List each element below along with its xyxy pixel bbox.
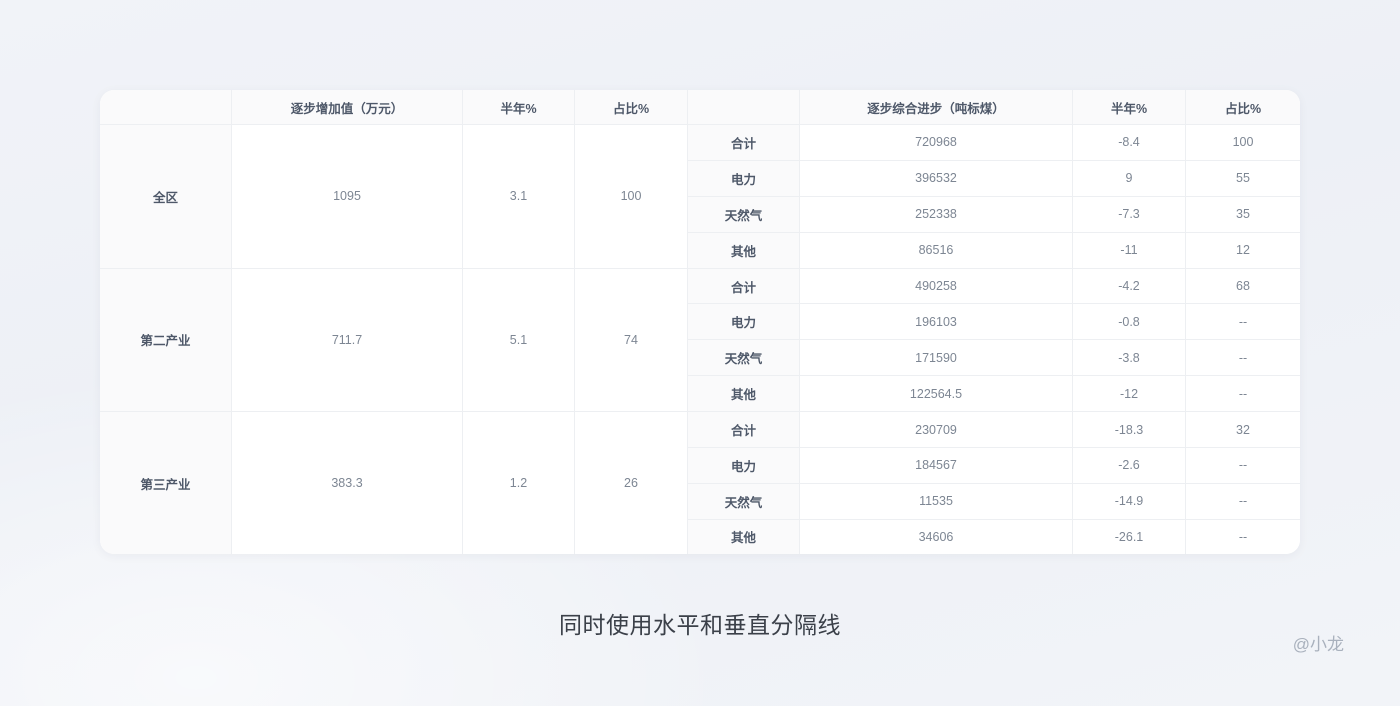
header-row: 逐步增加值（万元） 半年% 占比% 逐步综合进步（吨标煤） 半年% 占比%	[100, 90, 1300, 125]
group-value-cell: 383.3	[232, 412, 463, 554]
group-halfyear-cell: 5.1	[463, 269, 575, 413]
header-share-right: 占比%	[1186, 90, 1300, 125]
energy-cell: 396532	[800, 161, 1073, 197]
share-cell: --	[1186, 376, 1300, 412]
share-cell: --	[1186, 520, 1300, 554]
group-halfyear-cell: 3.1	[463, 125, 575, 269]
page-caption: 同时使用水平和垂直分隔线	[0, 606, 1400, 640]
group-label-cell: 第三产业	[100, 412, 232, 554]
energy-cell: 171590	[800, 340, 1073, 376]
share-cell: --	[1186, 304, 1300, 340]
halfyear-cell: -11	[1073, 233, 1186, 269]
group-share-cell: 100	[575, 125, 688, 269]
sub-label-cell: 其他	[688, 520, 800, 554]
group-halfyear-cell: 1.2	[463, 412, 575, 554]
share-cell: 32	[1186, 412, 1300, 448]
halfyear-cell: -18.3	[1073, 412, 1186, 448]
energy-cell: 230709	[800, 412, 1073, 448]
share-cell: 68	[1186, 269, 1300, 305]
halfyear-cell: -12	[1073, 376, 1186, 412]
watermark: @小龙	[1293, 630, 1344, 655]
table-row: 第三产业 383.3 1.2 26 合计 230709 -18.3 32	[100, 412, 1300, 448]
sub-label-cell: 天然气	[688, 484, 800, 520]
share-cell: 100	[1186, 125, 1300, 161]
share-cell: 55	[1186, 161, 1300, 197]
sub-label-cell: 合计	[688, 269, 800, 305]
header-half-year-left: 半年%	[463, 90, 575, 125]
energy-cell: 252338	[800, 197, 1073, 233]
data-table-card: 逐步增加值（万元） 半年% 占比% 逐步综合进步（吨标煤） 半年% 占比% 全区…	[100, 90, 1300, 554]
halfyear-cell: -26.1	[1073, 520, 1186, 554]
halfyear-cell: -8.4	[1073, 125, 1186, 161]
group-share-cell: 26	[575, 412, 688, 554]
halfyear-cell: 9	[1073, 161, 1186, 197]
energy-cell: 196103	[800, 304, 1073, 340]
energy-cell: 86516	[800, 233, 1073, 269]
halfyear-cell: -14.9	[1073, 484, 1186, 520]
sub-label-cell: 合计	[688, 125, 800, 161]
header-energy-progress: 逐步综合进步（吨标煤）	[800, 90, 1073, 125]
sub-label-cell: 电力	[688, 161, 800, 197]
header-corner-left	[100, 90, 232, 125]
energy-data-table: 逐步增加值（万元） 半年% 占比% 逐步综合进步（吨标煤） 半年% 占比% 全区…	[100, 90, 1300, 554]
halfyear-cell: -4.2	[1073, 269, 1186, 305]
energy-cell: 11535	[800, 484, 1073, 520]
halfyear-cell: -3.8	[1073, 340, 1186, 376]
group-label-cell: 第二产业	[100, 269, 232, 413]
halfyear-cell: -2.6	[1073, 448, 1186, 484]
sub-label-cell: 电力	[688, 304, 800, 340]
energy-cell: 34606	[800, 520, 1073, 554]
sub-label-cell: 天然气	[688, 340, 800, 376]
sub-label-cell: 其他	[688, 376, 800, 412]
group-share-cell: 74	[575, 269, 688, 413]
table-row: 第二产业 711.7 5.1 74 合计 490258 -4.2 68	[100, 269, 1300, 305]
share-cell: --	[1186, 448, 1300, 484]
group-label-cell: 全区	[100, 125, 232, 269]
sub-label-cell: 其他	[688, 233, 800, 269]
halfyear-cell: -7.3	[1073, 197, 1186, 233]
header-added-value: 逐步增加值（万元）	[232, 90, 463, 125]
share-cell: 12	[1186, 233, 1300, 269]
sub-label-cell: 电力	[688, 448, 800, 484]
energy-cell: 184567	[800, 448, 1073, 484]
header-corner-mid	[688, 90, 800, 125]
share-cell: --	[1186, 340, 1300, 376]
sub-label-cell: 天然气	[688, 197, 800, 233]
share-cell: --	[1186, 484, 1300, 520]
halfyear-cell: -0.8	[1073, 304, 1186, 340]
energy-cell: 490258	[800, 269, 1073, 305]
energy-cell: 720968	[800, 125, 1073, 161]
group-value-cell: 1095	[232, 125, 463, 269]
header-share-left: 占比%	[575, 90, 688, 125]
share-cell: 35	[1186, 197, 1300, 233]
table-row: 全区 1095 3.1 100 合计 720968 -8.4 100	[100, 125, 1300, 161]
header-half-year-right: 半年%	[1073, 90, 1186, 125]
group-value-cell: 711.7	[232, 269, 463, 413]
sub-label-cell: 合计	[688, 412, 800, 448]
energy-cell: 122564.5	[800, 376, 1073, 412]
